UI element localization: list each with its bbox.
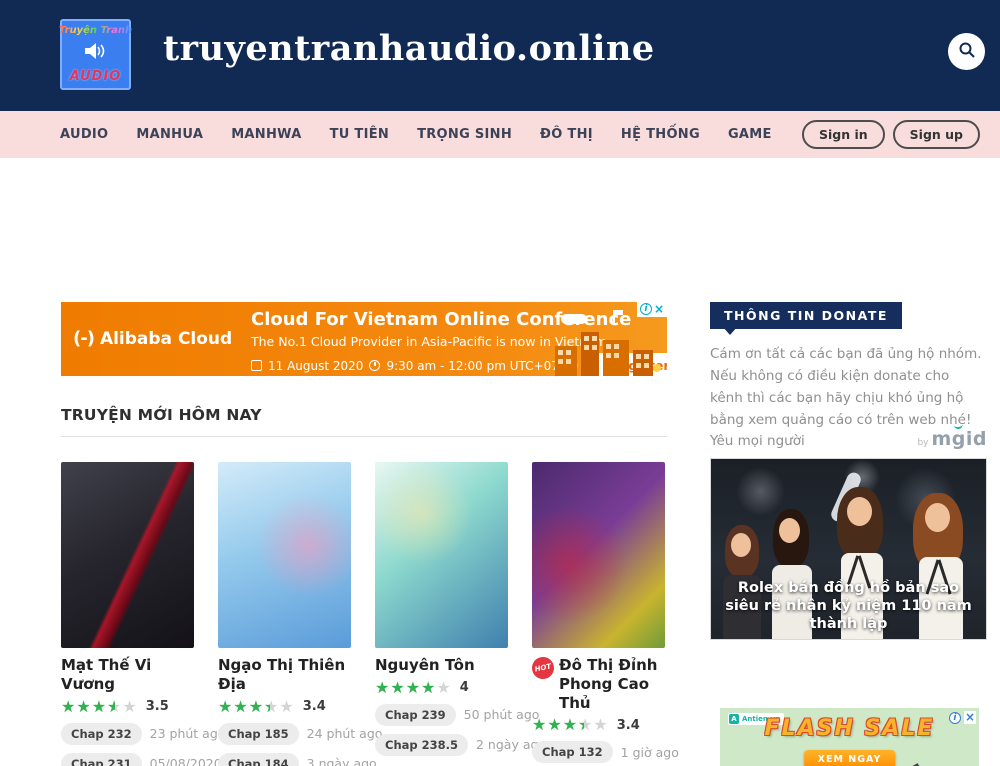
star-rating: ★★★★★★★★★★ <box>375 680 452 696</box>
chapter-time: 05/08/2020 <box>150 756 222 766</box>
nav-items: AUDIO MANHUA MANHWA TU TIÊN TRỌNG SINH ĐÔ THỊ… <box>60 127 772 142</box>
comic-title[interactable]: Nguyên Tôn <box>375 656 475 675</box>
chapter-time: 23 phút ago <box>150 726 226 741</box>
native-ad-caption[interactable]: Rolex bán đồng hồ bản sao siêu rẻ nhân k… <box>719 579 978 633</box>
rating-row: ★★★★★★★★★★ 3.5 <box>61 699 194 715</box>
alibaba-logo-mark: (-) <box>73 328 94 349</box>
page: Truyện Tranh AUDIO truyentranhaudio.onli… <box>0 0 1000 766</box>
rating-value: 4 <box>460 680 469 695</box>
comic-cover[interactable] <box>218 462 351 648</box>
calendar-icon <box>251 360 262 371</box>
donate-ribbon-notch <box>722 326 738 335</box>
comic-cover[interactable] <box>532 462 665 648</box>
comic-title[interactable]: Ngạo Thị Thiên Địa <box>218 656 351 694</box>
ad-date: 11 August 2020 <box>268 359 363 373</box>
comic-card: Mạt Thế Vi Vương ★★★★★★★★★★ 3.5 Chap 232… <box>61 462 194 766</box>
mgid-by-label: by <box>917 438 928 448</box>
rating-row: ★★★★★★★★★★ 3.4 <box>218 699 351 715</box>
mgid-attribution[interactable]: bymgid <box>710 428 987 450</box>
nav-item-tu-tiên[interactable]: TU TIÊN <box>330 127 390 142</box>
chapter-row: Chap 1321 giờ ago <box>532 741 665 763</box>
comic-cover[interactable] <box>61 462 194 648</box>
site-title[interactable]: truyentranhaudio.online <box>163 28 655 69</box>
comic-title[interactable]: Đô Thị Đỉnh Phong Cao Thủ <box>559 656 665 712</box>
rating-row: ★★★★★★★★★★ 3.4 <box>532 717 665 733</box>
leaderboard-ad[interactable]: (-) Alibaba Cloud Cloud For Vietnam Onli… <box>61 302 667 376</box>
xem-ngay-button[interactable]: XEM NGAY <box>804 750 896 766</box>
alibaba-cloud-logo: (-) Alibaba Cloud <box>73 328 232 349</box>
chapter-time: 3 ngày ago <box>307 756 377 766</box>
nav-item-đô-thị[interactable]: ĐÔ THỊ <box>540 127 593 142</box>
alibaba-brand-text: Alibaba Cloud <box>100 329 232 349</box>
chapter-row: Chap 18524 phút ago <box>218 723 351 745</box>
logo-script-text: Truyện Tranh <box>59 25 132 36</box>
nav-item-audio[interactable]: AUDIO <box>60 127 108 142</box>
search-button[interactable] <box>948 33 985 70</box>
flash-sale-headline: FLASH SALE <box>720 716 979 741</box>
section-divider <box>61 436 667 437</box>
flash-sale-ad[interactable]: A Antien.vn i × FLASH SALE XEM NGAY <box>714 702 985 766</box>
sign-in-button[interactable]: Sign in <box>802 120 885 149</box>
speaker-icon <box>85 42 107 64</box>
chapter-chip[interactable]: Chap 185 <box>218 723 299 745</box>
chapter-chip[interactable]: Chap 132 <box>532 741 613 763</box>
chapter-row: Chap 23223 phút ago <box>61 723 194 745</box>
star-rating: ★★★★★★★★★★ <box>532 717 609 733</box>
comic-card: HOT Đô Thị Đỉnh Phong Cao Thủ ★★★★★★★★★★… <box>532 462 665 766</box>
chapter-row: Chap 23105/08/2020 <box>61 753 194 766</box>
auth-buttons: Sign in Sign up <box>802 120 980 149</box>
adchoices-controls: i × <box>637 302 667 317</box>
chapter-row: Chap 23950 phút ago <box>375 704 508 726</box>
star-rating: ★★★★★★★★★★ <box>61 699 138 715</box>
chapter-chip[interactable]: Chap 238.5 <box>375 734 468 756</box>
logo-audio-label: AUDIO <box>70 69 122 84</box>
rating-value: 3.5 <box>146 699 169 714</box>
chapter-row: Chap 238.52 ngày ago <box>375 734 508 756</box>
nav-item-hệ-thống[interactable]: HỆ THỐNG <box>621 127 700 142</box>
chapter-chip[interactable]: Chap 239 <box>375 704 456 726</box>
main-nav: AUDIO MANHUA MANHWA TU TIÊN TRỌNG SINH ĐÔ THỊ… <box>0 111 1000 158</box>
new-comics-grid: Mạt Thế Vi Vương ★★★★★★★★★★ 3.5 Chap 232… <box>61 462 681 766</box>
comic-cover[interactable] <box>375 462 508 648</box>
rating-row: ★★★★★★★★★★ 4 <box>375 680 508 696</box>
rating-value: 3.4 <box>617 718 640 733</box>
donate-ribbon: THÔNG TIN DONATE <box>710 302 902 329</box>
comic-card: Nguyên Tôn ★★★★★★★★★★ 4 Chap 23950 phút … <box>375 462 508 766</box>
rating-value: 3.4 <box>303 699 326 714</box>
chapter-time: 50 phút ago <box>464 707 540 722</box>
mgid-logo: mgid <box>931 428 987 450</box>
native-ad-image[interactable]: Rolex bán đồng hồ bản sao siêu rẻ nhân k… <box>710 458 987 640</box>
hot-badge: HOT <box>530 655 556 681</box>
nav-item-game[interactable]: GAME <box>728 127 772 142</box>
chapter-chip[interactable]: Chap 231 <box>61 753 142 766</box>
section-title: TRUYỆN MỚI HÔM NAY <box>61 406 262 424</box>
comic-title[interactable]: Mạt Thế Vi Vương <box>61 656 194 694</box>
search-icon <box>958 41 976 63</box>
chapter-chip[interactable]: Chap 184 <box>218 753 299 766</box>
nav-item-manhua[interactable]: MANHUA <box>136 127 203 142</box>
chapter-row: Chap 1843 ngày ago <box>218 753 351 766</box>
ad-info-icon[interactable]: i <box>640 303 652 315</box>
comic-card: Ngạo Thị Thiên Địa ★★★★★★★★★★ 3.4 Chap 1… <box>218 462 351 766</box>
sign-up-button[interactable]: Sign up <box>893 120 980 149</box>
chapter-time: 1 giờ ago <box>621 745 679 760</box>
chapter-time: 24 phút ago <box>307 726 383 741</box>
clock-icon <box>369 360 380 371</box>
nav-item-manhwa[interactable]: MANHWA <box>231 127 301 142</box>
nav-item-trọng-sinh[interactable]: TRỌNG SINH <box>417 127 512 142</box>
chapter-chip[interactable]: Chap 232 <box>61 723 142 745</box>
site-logo[interactable]: Truyện Tranh AUDIO <box>60 19 131 90</box>
ad-close-icon[interactable]: × <box>654 303 664 316</box>
star-rating: ★★★★★★★★★★ <box>218 699 295 715</box>
header: Truyện Tranh AUDIO truyentranhaudio.onli… <box>0 0 1000 111</box>
